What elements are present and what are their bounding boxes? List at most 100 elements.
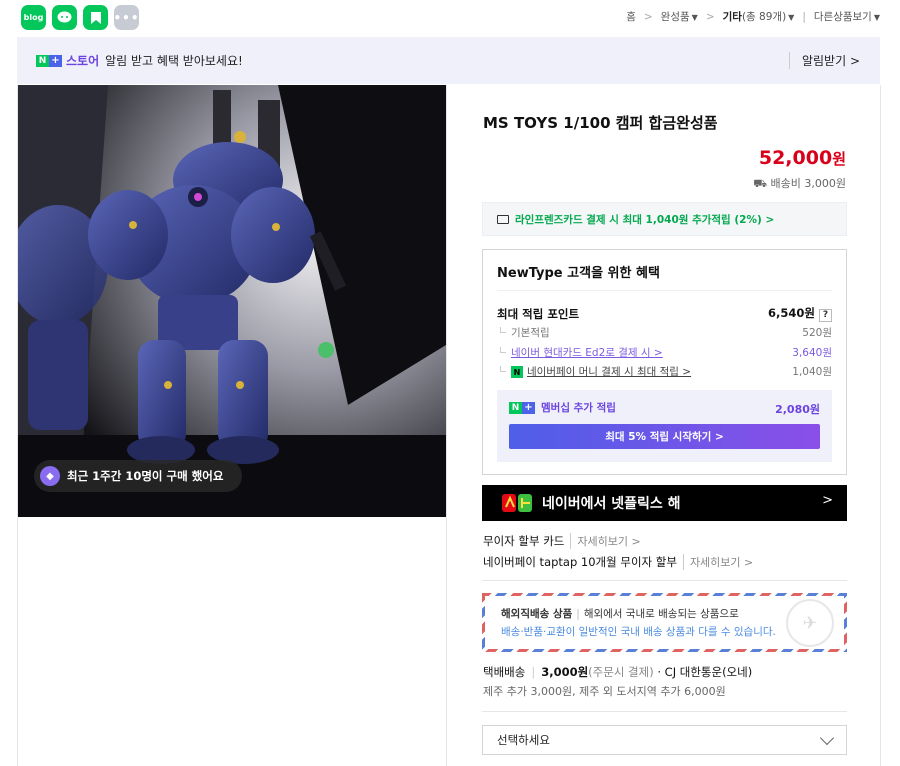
- product-image[interactable]: [18, 85, 446, 517]
- hyundai-card-value: 3,640원: [792, 347, 832, 359]
- basic-points-value: 520원: [802, 327, 832, 339]
- price-value: 52,000: [758, 147, 833, 169]
- plus-badge: +: [522, 401, 535, 414]
- banner-message: 알림 받고 혜택 받아보세요!: [105, 54, 243, 68]
- naver-plus-badge: N +: [36, 54, 62, 67]
- product-price: 52,000원: [759, 147, 846, 169]
- delivery-info: 택배배송 | 3,000원(주문시 결제) · CJ 대한통운(오네): [483, 664, 752, 680]
- max-points-value: 6,540원: [768, 306, 815, 320]
- band-share-icon[interactable]: [83, 5, 108, 30]
- installment-row: 네이버페이 taptap 10개월 무이자 할부 자세히보기 >: [483, 554, 753, 570]
- delivery-fee: 3,000원: [541, 665, 589, 679]
- naverpay-icon: N: [511, 366, 523, 378]
- breadcrumb-separator: >: [705, 10, 715, 23]
- divider: [446, 85, 447, 766]
- delivery-type: 택배배송: [483, 665, 526, 679]
- breadcrumb-count: (총 89개): [741, 11, 787, 23]
- naverpay-money-value: 1,040원: [792, 366, 832, 378]
- benefit-heading: NewType 고객을 위한 혜택: [497, 266, 660, 281]
- overseas-note: 배송·반품·교환이 일반적인 국내 배송 상품과 다를 수 있습니다.: [501, 626, 776, 638]
- delivery-extra: 제주 추가 3,000원, 제주 외 도서지역 추가 6,000원: [483, 685, 726, 698]
- separator: |: [576, 608, 580, 620]
- alarm-button[interactable]: 알림받기 >: [788, 52, 860, 69]
- divider: [880, 85, 881, 766]
- overseas-desc: 해외에서 국내로 배송되는 상품으로: [583, 608, 739, 620]
- hyundai-card-row: 네이버 현대카드 Ed2로 결제 시 > 3,640원: [497, 345, 832, 360]
- chevron-right-icon: >: [822, 493, 833, 508]
- more-share-icon[interactable]: •••: [114, 5, 139, 30]
- talk-share-icon[interactable]: [52, 5, 77, 30]
- shopping-bag-icon: ◆: [40, 466, 60, 486]
- shipping-fee: ⛟ 배송비 3,000원: [753, 175, 846, 192]
- shipping-fee-text: 배송비 3,000원: [770, 177, 846, 190]
- help-icon[interactable]: ?: [819, 309, 832, 322]
- option-select[interactable]: 선택하세요: [482, 725, 847, 755]
- chevron-down-icon: ▼: [788, 13, 795, 22]
- chevron-down-icon: [819, 730, 835, 746]
- installment-label: 무이자 할부 카드: [483, 534, 565, 548]
- product-title: MS TOYS 1/100 캠퍼 합금완성품: [483, 114, 718, 132]
- installment-row: 무이자 할부 카드 자세히보기 >: [483, 533, 641, 549]
- breadcrumb-separator: >: [643, 10, 653, 23]
- breadcrumb-category[interactable]: 완성품 ▼: [661, 9, 698, 24]
- top-bar: blog ••• 홈 > 완성품 ▼ > 기타(총 89개) ▼ | 다른상품보기 ▼: [0, 0, 900, 36]
- blog-share-icon[interactable]: blog: [21, 5, 46, 30]
- installment-more-link[interactable]: 자세히보기 >: [682, 554, 753, 570]
- chevron-down-icon: ▼: [691, 13, 698, 22]
- membership-header: N + 멤버십 추가 적립: [509, 400, 616, 415]
- share-icons: blog •••: [21, 5, 139, 30]
- max-points-row: 최대 적립 포인트 6,540원?: [497, 305, 832, 322]
- max-points-label: 최대 적립 포인트: [497, 306, 580, 321]
- netflix-banner-text: 네이버에서 넷플릭스 해: [542, 496, 681, 512]
- breadcrumb-category-label: 완성품: [660, 11, 690, 23]
- delivery-pay-note: (주문시 결제): [588, 665, 654, 679]
- other-products-label: 다른상품보기: [813, 11, 872, 23]
- overseas-title: 해외직배송 상품: [501, 608, 573, 620]
- netflix-promo-logo-icon: [500, 491, 536, 515]
- max-points-value-wrap: 6,540원?: [768, 305, 832, 322]
- store-alarm-banner: N + 스토어 알림 받고 혜택 받아보세요! 알림받기 >: [17, 37, 880, 84]
- installment-more-link[interactable]: 자세히보기 >: [570, 533, 641, 549]
- recent-purchase-badge: ◆ 최근 1주간 10명이 구매 했어요: [34, 460, 242, 492]
- hyundai-card-link[interactable]: 네이버 현대카드 Ed2로 결제 시 >: [497, 345, 663, 360]
- plus-badge: +: [49, 54, 62, 67]
- naverpay-money-link[interactable]: N 네이버페이 머니 결제 시 최대 적립 >: [497, 364, 691, 379]
- airplane-stamp-icon: ✈: [786, 599, 834, 647]
- installment-label: 네이버페이 taptap 10개월 무이자 할부: [483, 555, 677, 569]
- overseas-line-1: 해외직배송 상품 | 해외에서 국내로 배송되는 상품으로: [501, 606, 739, 621]
- membership-label: 멤버십 추가 적립: [541, 402, 616, 414]
- credit-card-icon: [497, 214, 509, 224]
- breadcrumb-home[interactable]: 홈: [626, 9, 636, 24]
- membership-box: N + 멤버십 추가 적립 2,080원 최대 5% 적립 시작하기 >: [497, 390, 832, 462]
- basic-points-label: 기본적립: [497, 325, 550, 340]
- separator: |: [531, 665, 536, 679]
- membership-value: 2,080원: [775, 403, 820, 416]
- breadcrumb: 홈 > 완성품 ▼ > 기타(총 89개) ▼ | 다른상품보기 ▼: [626, 9, 880, 24]
- breadcrumb-current[interactable]: 기타(총 89개) ▼: [723, 9, 795, 24]
- delivery-carrier: · CJ 대한통운(오네): [657, 665, 753, 679]
- price-unit: 원: [832, 150, 846, 168]
- card-promo-banner[interactable]: 라인프렌즈카드 결제 시 최대 1,040원 추가적립 (2%) >: [482, 202, 847, 236]
- overseas-shipping-notice: 해외직배송 상품 | 해외에서 국내로 배송되는 상품으로 배송·반품·교환이 일반…: [482, 593, 847, 652]
- option-select-placeholder: 선택하세요: [497, 733, 550, 747]
- other-products-link[interactable]: 다른상품보기 ▼: [814, 9, 880, 24]
- benefit-box: NewType 고객을 위한 혜택 최대 적립 포인트 6,540원? 기본적립…: [482, 249, 847, 475]
- naverpay-money-row: N 네이버페이 머니 결제 시 최대 적립 > 1,040원: [497, 364, 832, 379]
- divider: [497, 290, 832, 291]
- n-badge: N: [509, 401, 522, 414]
- breadcrumb-separator: |: [802, 10, 806, 23]
- divider: [482, 711, 847, 712]
- card-promo-text: 라인프렌즈카드 결제 시 최대 1,040원 추가적립 (2%) >: [515, 213, 775, 226]
- robot-figure-image: [18, 85, 446, 517]
- recent-purchase-text: 최근 1주간 10명이 구매 했어요: [67, 469, 224, 483]
- netflix-banner[interactable]: 네이버에서 넷플릭스 해 >: [482, 485, 847, 521]
- n-badge: N: [36, 54, 49, 67]
- membership-start-button[interactable]: 최대 5% 적립 시작하기 >: [509, 424, 820, 449]
- naverpay-money-label: 네이버페이 머니 결제 시 최대 적립 >: [527, 366, 692, 378]
- divider: [482, 580, 847, 581]
- naver-plus-badge: N +: [509, 401, 535, 414]
- chevron-down-icon: ▼: [873, 13, 880, 22]
- store-label: 스토어: [66, 54, 100, 68]
- truck-icon: ⛟: [753, 177, 771, 190]
- breadcrumb-current-label: 기타: [722, 11, 742, 23]
